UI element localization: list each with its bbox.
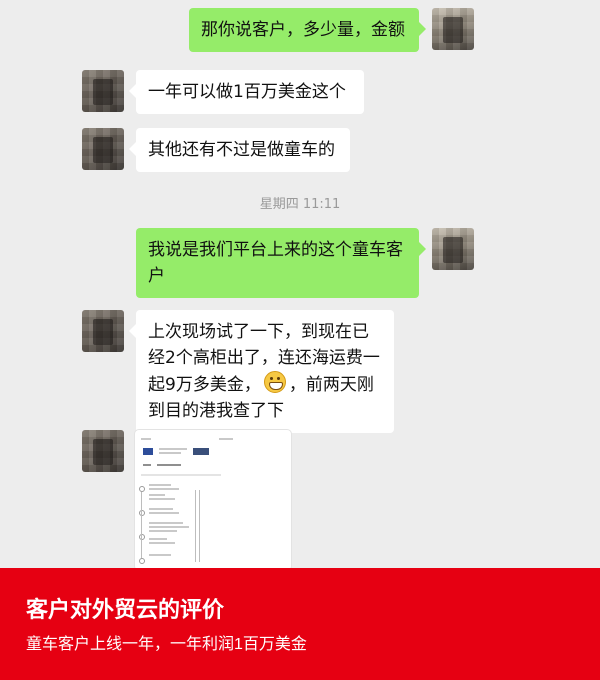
my-avatar[interactable] <box>432 8 474 50</box>
banner-subtitle: 童车客户上线一年，一年利润1百万美金 <box>26 636 307 653</box>
document-image-attachment[interactable] <box>135 430 291 568</box>
banner-title: 客户对外贸云的评价 <box>26 597 225 622</box>
contact-avatar[interactable] <box>82 310 124 352</box>
contact-avatar[interactable] <box>82 128 124 170</box>
message-text: 那你说客户，多少量，金额 <box>201 20 405 40</box>
message-text: 我说是我们平台上来的这个童车客户 <box>148 240 403 286</box>
message-bubble-received[interactable]: 上次现场试了一下，到现在已经2个高柜出了，连还海运费一起9万多美金， ，前两天刚到… <box>129 310 394 433</box>
message-bubble-sent[interactable]: 我说是我们平台上来的这个童车客户 <box>136 228 426 298</box>
contact-avatar[interactable] <box>82 70 124 112</box>
contact-avatar[interactable] <box>82 430 124 472</box>
my-avatar[interactable] <box>432 228 474 270</box>
message-bubble-sent[interactable]: 那你说客户，多少量，金额 <box>189 8 426 52</box>
promo-banner: 客户对外贸云的评价 童车客户上线一年，一年利润1百万美金 <box>0 568 600 680</box>
chat-timestamp: 星期四 11:11 <box>259 197 341 212</box>
grin-emoji-icon <box>263 371 286 393</box>
message-text: 其他还有不过是做童车的 <box>148 140 335 160</box>
message-text: 一年可以做1百万美金这个 <box>148 82 346 102</box>
message-bubble-received[interactable]: 其他还有不过是做童车的 <box>129 128 350 172</box>
message-bubble-received[interactable]: 一年可以做1百万美金这个 <box>129 70 364 114</box>
chat-window: 那你说客户，多少量，金额 一年可以做1百万美金这个 其他还有不过是做童车的 星期… <box>0 0 600 568</box>
